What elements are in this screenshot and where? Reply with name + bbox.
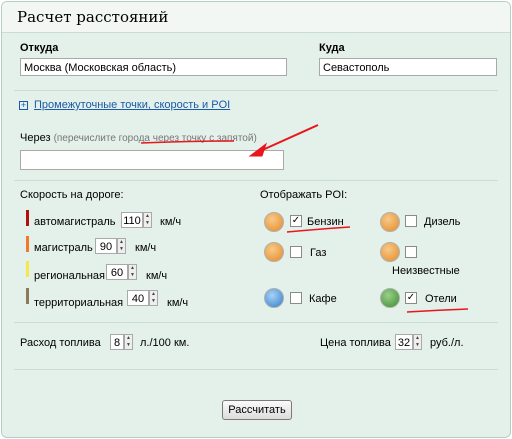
panel-header: Расчет расстояний <box>2 2 510 33</box>
fuel-consumption-unit: л./100 км. <box>140 337 190 349</box>
speed-unit: км/ч <box>146 270 168 282</box>
from-label: Откуда <box>20 42 59 54</box>
divider <box>14 180 498 181</box>
fuel-consumption-label: Расход топлива <box>20 337 101 349</box>
road-label-regional: региональная <box>34 270 106 282</box>
road-color-bar <box>26 236 29 252</box>
poi-checkbox-hotels[interactable]: ✓ <box>405 292 417 304</box>
expand-options-link[interactable]: Промежуточные точки, скорость и POI <box>34 99 230 111</box>
fuel-price-input[interactable]: 32 <box>395 334 413 350</box>
speed-title: Скорость на дороге: <box>20 189 124 201</box>
poi-checkbox-petrol[interactable]: ✓ <box>290 215 302 227</box>
speed-input-territorial[interactable]: 40 <box>127 290 149 306</box>
divider <box>14 90 498 91</box>
via-hint-emphasis: через точку с запятой <box>152 133 254 144</box>
distance-calculator-panel: Расчет расстояний Откуда Москва (Московс… <box>1 1 511 438</box>
fuel-price-unit: руб./л. <box>430 337 464 349</box>
via-label-line: Через (перечислите города через точку с … <box>20 132 257 144</box>
road-label-territorial: территориальная <box>34 297 124 309</box>
calculate-button[interactable]: Рассчитать <box>222 400 292 420</box>
poi-title: Отображать POI: <box>260 189 348 201</box>
via-hint: (перечислите города через точку с запято… <box>53 133 257 144</box>
speed-stepper-regional[interactable]: ▲ ▼ <box>128 264 137 280</box>
poi-checkbox-cafe[interactable] <box>290 292 302 304</box>
panel-title: Расчет расстояний <box>17 8 169 26</box>
fuel-price-stepper[interactable]: ▲ ▼ <box>413 334 422 350</box>
speed-input-main[interactable]: 90 <box>95 238 117 254</box>
poi-checkbox-diesel[interactable] <box>405 215 417 227</box>
road-color-bar <box>26 210 29 226</box>
poi-checkbox-unknown[interactable] <box>405 246 417 258</box>
fuel-pump-icon <box>380 212 400 232</box>
from-input[interactable]: Москва (Московская область) <box>20 58 287 76</box>
fuel-pump-icon <box>264 212 284 232</box>
poi-label-unknown: Неизвестные <box>392 265 460 277</box>
to-label: Куда <box>319 42 345 54</box>
speed-unit: км/ч <box>160 216 182 228</box>
expand-icon[interactable]: + <box>19 101 28 110</box>
fuel-price-label: Цена топлива <box>320 337 391 349</box>
speed-input-regional[interactable]: 60 <box>106 264 128 280</box>
speed-input-highway[interactable]: 110 <box>121 212 143 228</box>
speed-stepper-main[interactable]: ▲ ▼ <box>117 238 126 254</box>
divider <box>14 322 498 323</box>
poi-label-diesel: Дизель <box>424 216 461 228</box>
gas-station-icon <box>264 242 284 262</box>
road-label-main: магистраль <box>34 242 93 254</box>
fuel-consumption-stepper[interactable]: ▲ ▼ <box>124 334 133 350</box>
to-input[interactable]: Севастополь <box>319 58 497 76</box>
speed-unit: км/ч <box>167 297 189 309</box>
fuel-consumption-input[interactable]: 8 <box>110 334 124 350</box>
road-color-bar <box>26 288 29 304</box>
via-label: Через <box>20 132 51 144</box>
poi-label-cafe: Кафе <box>309 293 337 305</box>
poi-label-petrol: Бензин <box>307 216 344 228</box>
speed-stepper-territorial[interactable]: ▲ ▼ <box>149 290 158 306</box>
road-color-bar <box>26 261 29 277</box>
hotel-bed-icon <box>380 288 400 308</box>
cafe-cup-icon <box>264 288 284 308</box>
road-label-highway: автомагистраль <box>34 216 116 228</box>
speed-unit: км/ч <box>135 242 157 254</box>
divider <box>14 369 498 370</box>
poi-label-hotels: Отели <box>425 293 457 305</box>
poi-checkbox-gas[interactable] <box>290 246 302 258</box>
via-input[interactable] <box>20 150 284 170</box>
fuel-pump-icon <box>380 242 400 262</box>
speed-stepper-highway[interactable]: ▲ ▼ <box>143 212 152 228</box>
poi-label-gas: Газ <box>310 247 327 259</box>
